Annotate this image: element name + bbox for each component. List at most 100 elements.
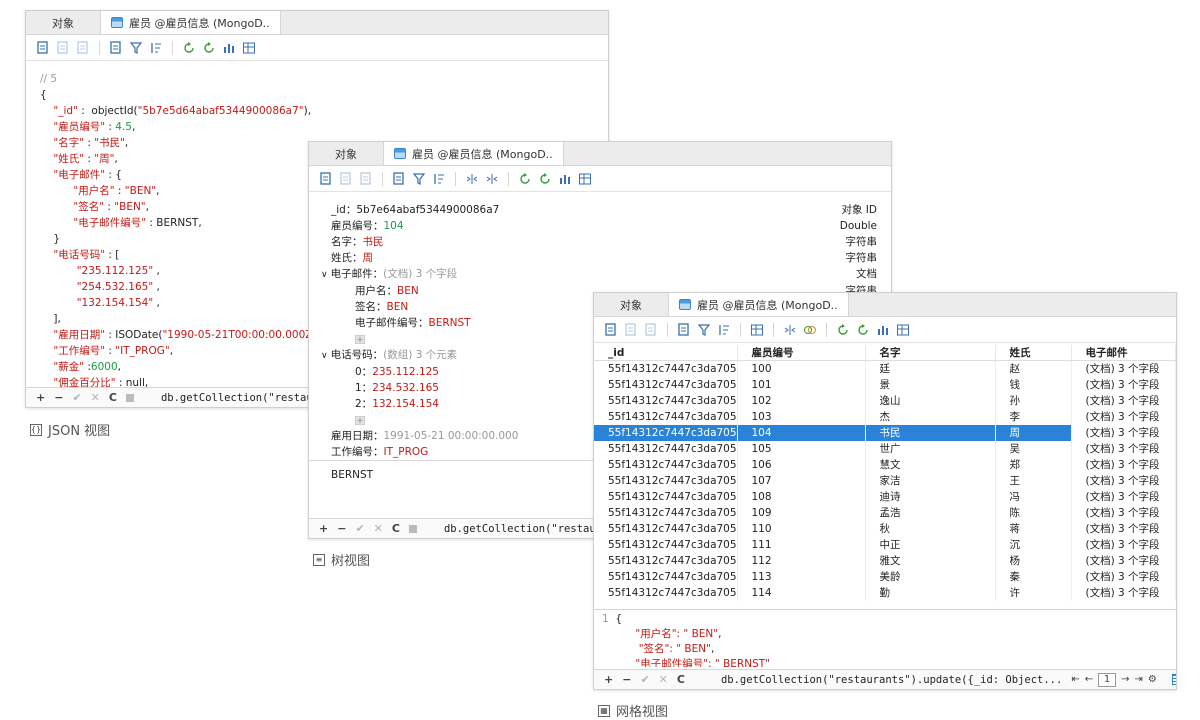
table-cell[interactable]: 勤 bbox=[865, 584, 996, 601]
table-cell[interactable]: 杰 bbox=[865, 408, 996, 425]
table-cell[interactable]: 慧文 bbox=[865, 456, 996, 473]
table-cell[interactable]: (文档) 3 个字段 bbox=[1071, 504, 1176, 521]
delete-document-icon[interactable] bbox=[76, 40, 90, 55]
table-cell[interactable]: 沉 bbox=[995, 536, 1072, 553]
add-button[interactable]: + bbox=[36, 391, 45, 404]
column-header[interactable]: _id bbox=[594, 345, 738, 361]
table-row[interactable]: 55f14312c7447c3da7051b2c111中正沉(文档) 3 个字段 bbox=[594, 536, 1176, 553]
chart-icon[interactable] bbox=[222, 41, 236, 55]
table-row[interactable]: 55f14312c7447c3da7051b2e103杰李(文档) 3 个字段 bbox=[594, 408, 1176, 425]
table-cell[interactable]: 108 bbox=[737, 488, 866, 505]
table-cell[interactable]: 钱 bbox=[995, 376, 1072, 393]
page-number-input[interactable]: 1 bbox=[1098, 672, 1117, 687]
table-row[interactable]: 55f14312c7447c3da7051b2a110秋蒋(文档) 3 个字段 bbox=[594, 520, 1176, 537]
table-cell[interactable]: 55f14312c7447c3da7051b31 bbox=[594, 472, 738, 489]
table-cell[interactable]: 廷 bbox=[865, 360, 996, 377]
discard-button[interactable]: ✕ bbox=[91, 391, 100, 404]
table-cell[interactable]: 周 bbox=[995, 424, 1072, 441]
last-page-icon[interactable]: ⇥ bbox=[1135, 674, 1143, 685]
delete-button[interactable]: − bbox=[622, 673, 631, 686]
tab-objects[interactable]: 对象 bbox=[594, 293, 668, 316]
table-row[interactable]: 55f14312c7447c3da7051b33108迪诗冯(文档) 3 个字段 bbox=[594, 488, 1176, 505]
table-cell[interactable]: 家洁 bbox=[865, 472, 996, 489]
discard-button[interactable]: ✕ bbox=[374, 522, 383, 535]
column-header[interactable]: 电子邮件 bbox=[1071, 345, 1176, 361]
table-cell[interactable]: 秋 bbox=[865, 520, 996, 537]
export-icon[interactable] bbox=[242, 41, 256, 55]
delete-button[interactable]: − bbox=[54, 391, 63, 404]
stop-icon[interactable] bbox=[408, 524, 417, 533]
add-button[interactable]: + bbox=[604, 673, 613, 686]
document-view-icon[interactable] bbox=[109, 40, 123, 55]
json-preview[interactable]: 1 { "用户名": " BEN", "签名": " BEN", "电子邮件编号… bbox=[594, 609, 1176, 667]
discard-button[interactable]: ✕ bbox=[659, 673, 668, 686]
refresh-icon[interactable] bbox=[836, 323, 850, 337]
compare-icon[interactable] bbox=[803, 323, 817, 337]
table-cell[interactable]: (文档) 3 个字段 bbox=[1071, 360, 1176, 377]
refresh-icon[interactable] bbox=[182, 41, 196, 55]
table-cell[interactable]: 105 bbox=[737, 440, 866, 457]
table-cell[interactable]: 104 bbox=[737, 424, 866, 441]
table-row[interactable]: 55f14312c7447c3da7051b35114勤许(文档) 3 个字段 bbox=[594, 584, 1176, 601]
table-row[interactable]: 55f14312c7447c3da7051b2f104书民周(文档) 3 个字段 bbox=[594, 424, 1176, 441]
table-cell[interactable]: 55f14312c7447c3da7051b2f bbox=[594, 424, 738, 441]
add-document-icon[interactable] bbox=[36, 40, 50, 55]
tab-objects[interactable]: 对象 bbox=[309, 142, 383, 165]
filter-icon[interactable] bbox=[129, 41, 143, 55]
delete-button[interactable]: − bbox=[337, 522, 346, 535]
table-cell[interactable]: (文档) 3 个字段 bbox=[1071, 376, 1176, 393]
table-cell[interactable]: 55f14312c7447c3da7051b27 bbox=[594, 360, 738, 377]
export-icon[interactable] bbox=[896, 323, 910, 337]
filter-icon[interactable] bbox=[697, 323, 711, 337]
table-cell[interactable]: 李 bbox=[995, 408, 1072, 425]
table-cell[interactable]: 102 bbox=[737, 392, 866, 409]
document-view-icon[interactable] bbox=[677, 322, 691, 337]
table-cell[interactable]: (文档) 3 个字段 bbox=[1071, 488, 1176, 505]
prev-page-icon[interactable]: ← bbox=[1085, 674, 1093, 685]
table-cell[interactable]: 55f14312c7447c3da7051b2c bbox=[594, 536, 738, 553]
refresh-auto-icon[interactable] bbox=[856, 323, 870, 337]
table-cell[interactable]: 55f14312c7447c3da7051b34 bbox=[594, 504, 738, 521]
column-header[interactable]: 雇员编号 bbox=[737, 345, 866, 361]
tab-objects[interactable]: 对象 bbox=[26, 11, 100, 34]
next-page-icon[interactable]: → bbox=[1121, 674, 1129, 685]
table-row[interactable]: 55f14312c7447c3da7051b2b113美龄秦(文档) 3 个字段 bbox=[594, 568, 1176, 585]
table-cell[interactable]: 孙 bbox=[995, 392, 1072, 409]
delete-document-icon[interactable] bbox=[359, 171, 373, 186]
table-cell[interactable]: 55f14312c7447c3da7051b33 bbox=[594, 488, 738, 505]
table-cell[interactable]: 赵 bbox=[995, 360, 1072, 377]
grid-columns-icon[interactable] bbox=[750, 323, 764, 337]
add-document-icon[interactable] bbox=[604, 322, 618, 337]
table-row[interactable]: 55f14312c7447c3da7051b2d112雅文杨(文档) 3 个字段 bbox=[594, 552, 1176, 569]
apply-button[interactable]: ✔ bbox=[640, 673, 649, 686]
stop-icon[interactable] bbox=[125, 393, 134, 402]
chevron-down-icon[interactable]: ∨ bbox=[321, 351, 328, 361]
table-cell[interactable]: 55f14312c7447c3da7051b2e bbox=[594, 408, 738, 425]
add-button[interactable]: + bbox=[319, 522, 328, 535]
table-cell[interactable]: 孟浩 bbox=[865, 504, 996, 521]
table-cell[interactable]: 景 bbox=[865, 376, 996, 393]
tab-collection[interactable]: 雇员 @雇员信息 (MongoD.. bbox=[668, 293, 849, 316]
table-row[interactable]: 55f14312c7447c3da7051b34109孟浩陈(文档) 3 个字段 bbox=[594, 504, 1176, 521]
table-cell[interactable]: 114 bbox=[737, 584, 866, 601]
table-cell[interactable]: 55f14312c7447c3da7051b26 bbox=[594, 392, 738, 409]
refresh-button[interactable]: C bbox=[109, 391, 117, 404]
grid-view-icon[interactable] bbox=[1171, 674, 1176, 685]
chart-icon[interactable] bbox=[558, 172, 572, 186]
table-cell[interactable]: (文档) 3 个字段 bbox=[1071, 552, 1176, 569]
tree-node[interactable]: 名字：书民 字符串 bbox=[321, 234, 877, 250]
table-cell[interactable]: 107 bbox=[737, 472, 866, 489]
table-cell[interactable]: 55f14312c7447c3da7051b30 bbox=[594, 440, 738, 457]
table-cell[interactable]: 吴 bbox=[995, 440, 1072, 457]
table-cell[interactable]: 110 bbox=[737, 520, 866, 537]
table-cell[interactable]: 中正 bbox=[865, 536, 996, 553]
table-cell[interactable]: 106 bbox=[737, 456, 866, 473]
apply-button[interactable]: ✔ bbox=[355, 522, 364, 535]
table-cell[interactable]: (文档) 3 个字段 bbox=[1071, 392, 1176, 409]
refresh-auto-icon[interactable] bbox=[538, 172, 552, 186]
table-cell[interactable]: (文档) 3 个字段 bbox=[1071, 440, 1176, 457]
column-header[interactable]: 名字 bbox=[865, 345, 996, 361]
settings-gear-icon[interactable]: ⚙ bbox=[1148, 674, 1157, 685]
table-cell[interactable]: (文档) 3 个字段 bbox=[1071, 456, 1176, 473]
table-cell[interactable]: (文档) 3 个字段 bbox=[1071, 520, 1176, 537]
